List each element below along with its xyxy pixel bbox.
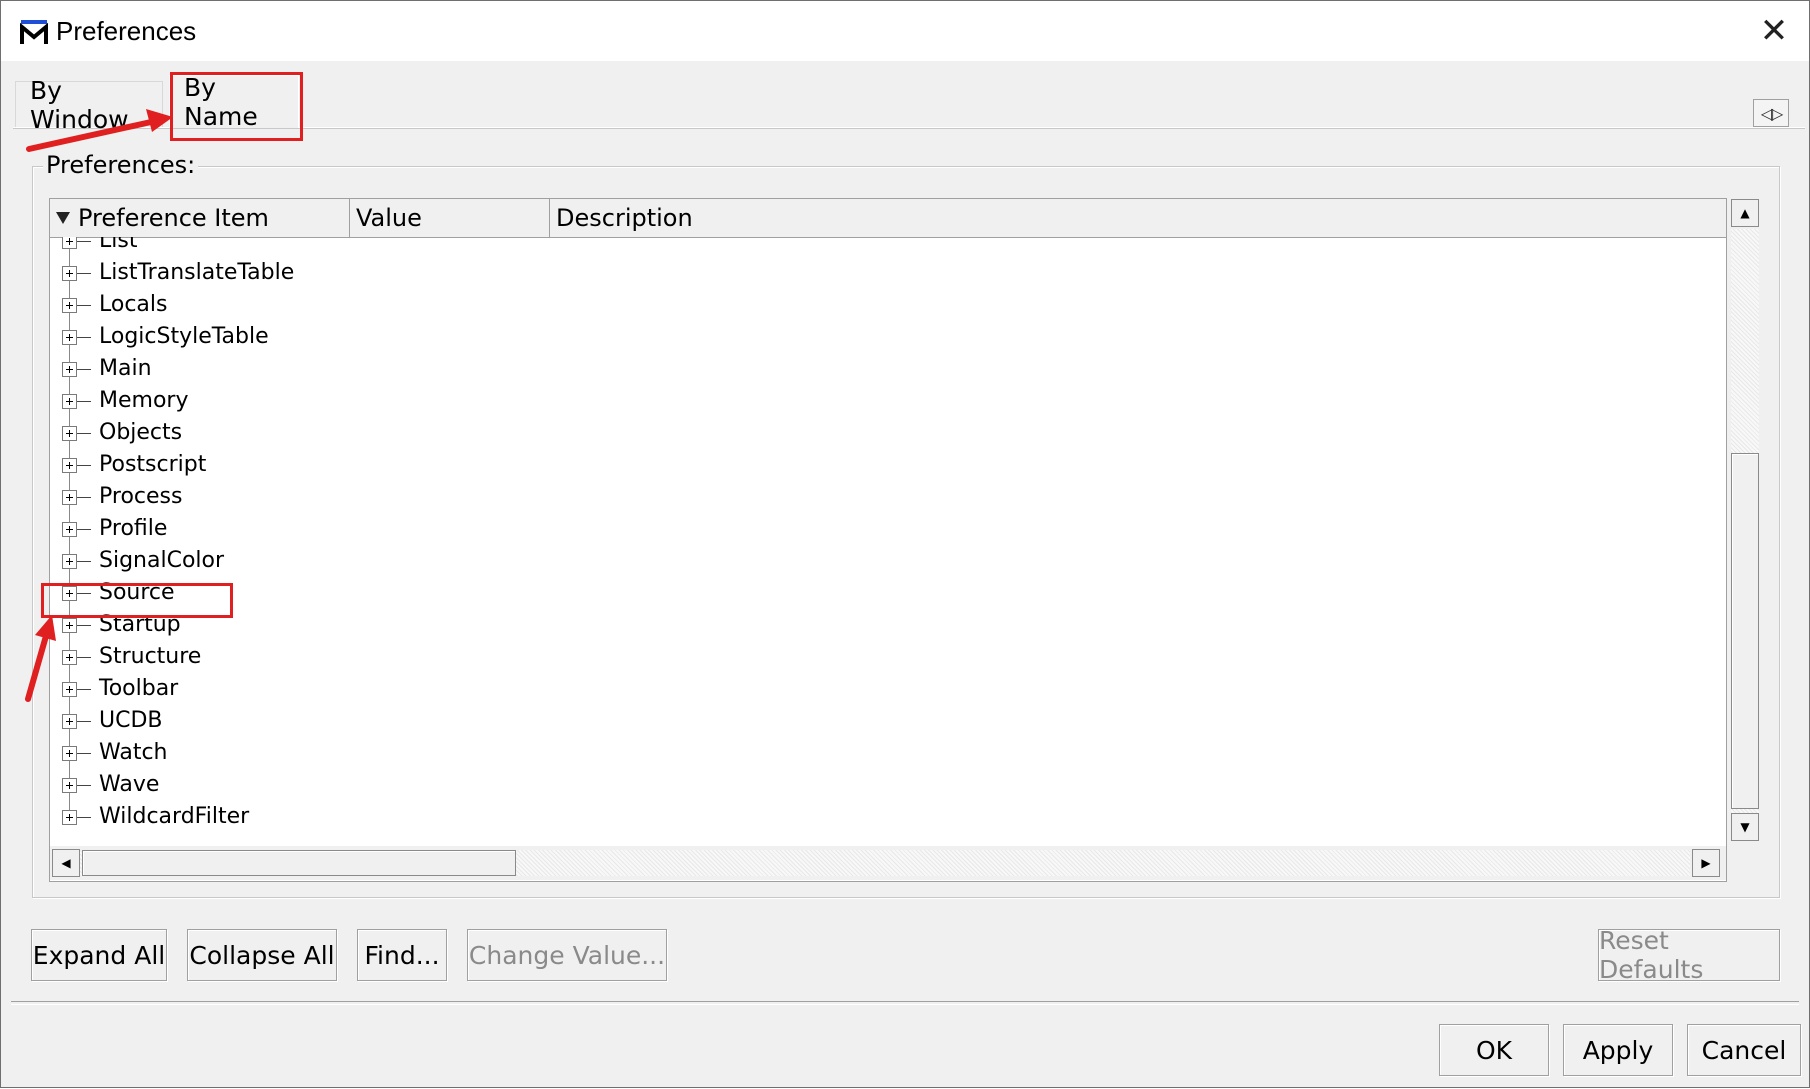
annotation-arrows: [25, 109, 173, 702]
preferences-dialog: Preferences ✕ By Window By Name ◁▷ Prefe…: [0, 0, 1810, 1088]
arrowhead-by-name-tab: [146, 109, 173, 132]
arrow-to-by-name-tab: [26, 119, 154, 152]
arrowhead-source-row: [35, 615, 56, 641]
arrow-to-source-row: [25, 633, 49, 702]
